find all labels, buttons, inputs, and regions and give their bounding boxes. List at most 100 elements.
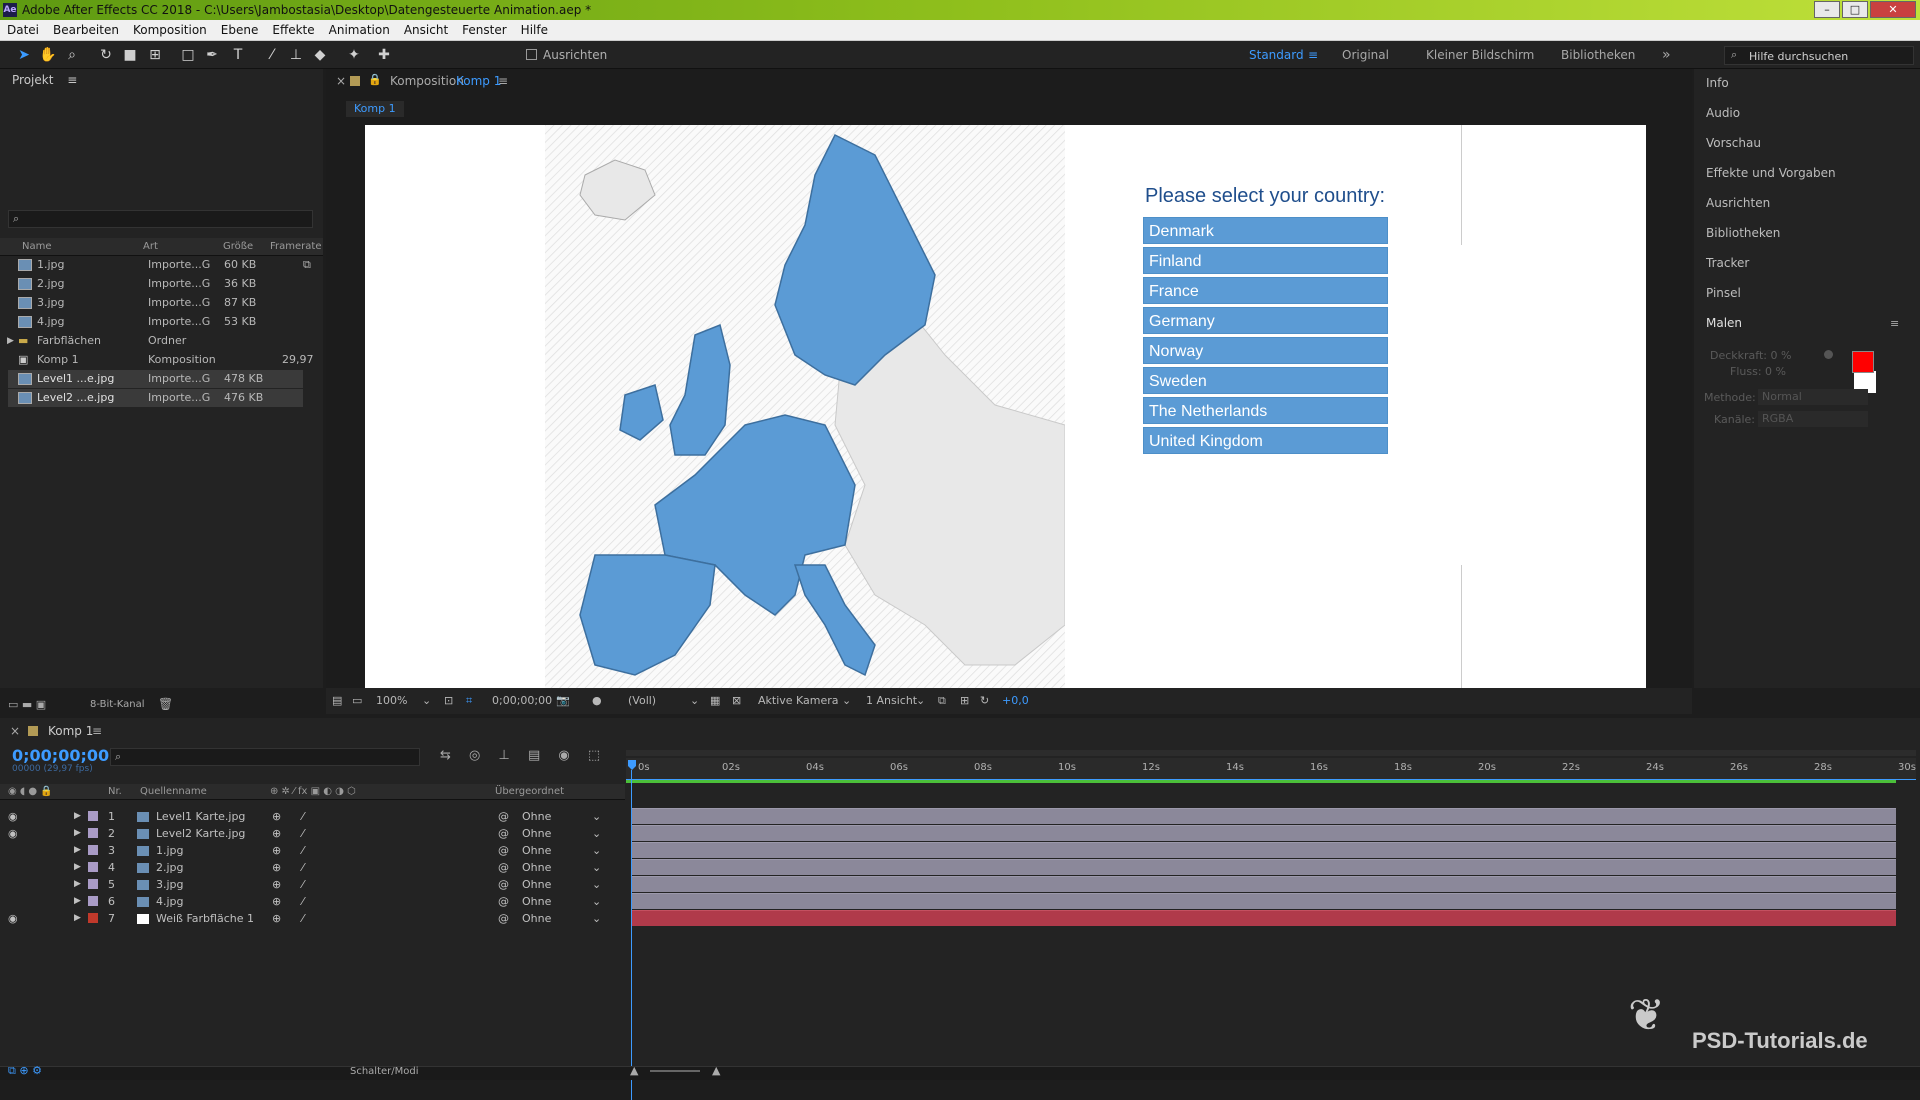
3d-view-icon[interactable]: ⧉	[938, 688, 946, 714]
country-option-germany[interactable]: Germany	[1143, 307, 1388, 334]
label-color-icon[interactable]	[88, 862, 98, 872]
panel-effects-presets[interactable]: Effekte und Vorgaben	[1706, 163, 1906, 183]
fit-icon[interactable]: ⊡	[444, 688, 453, 714]
zoom-tool-icon[interactable]: ⌕	[62, 46, 82, 64]
always-preview-icon[interactable]: ▤	[332, 688, 342, 714]
new-folder-icon[interactable]: ▭ ▬ ▣	[8, 698, 46, 711]
layer-duration-bar[interactable]	[632, 910, 1896, 926]
layer-name[interactable]: 3.jpg	[156, 876, 184, 893]
camera-select[interactable]: Aktive Kamera	[758, 688, 839, 714]
flowchart-icon[interactable]: ⧉	[303, 256, 311, 274]
panel-libraries[interactable]: Bibliotheken	[1706, 223, 1906, 243]
country-option-finland[interactable]: Finland	[1143, 247, 1388, 274]
shy-switch-icon[interactable]: ⊕	[272, 825, 281, 842]
label-color-icon[interactable]	[88, 896, 98, 906]
chevron-down-icon[interactable]: ⌄	[916, 688, 925, 714]
expand-arrow-icon[interactable]: ▶	[74, 842, 81, 859]
clone-stamp-tool-icon[interactable]: ⊥	[286, 46, 306, 64]
country-option-netherlands[interactable]: The Netherlands	[1143, 397, 1388, 424]
panel-menu-icon[interactable]: ≡	[498, 74, 508, 88]
viewer-tab-label[interactable]: Komposition	[390, 74, 464, 88]
expand-arrow-icon[interactable]: ▶	[74, 825, 81, 842]
chevron-down-icon[interactable]: ⌄	[592, 876, 601, 893]
workspace-original[interactable]: Original	[1342, 41, 1389, 69]
shy-switch-icon[interactable]: ⊕	[272, 876, 281, 893]
chevron-down-icon[interactable]: ⌄	[422, 688, 431, 714]
rotate-tool-icon[interactable]: ↻	[96, 46, 116, 64]
help-search-field[interactable]: ⌕ Hilfe durchsuchen	[1724, 46, 1914, 65]
composition-canvas[interactable]: Please select your country: Denmark Finl…	[365, 125, 1646, 692]
menu-ansicht[interactable]: Ansicht	[397, 20, 455, 41]
layer-row[interactable]: ◉ ▶ 2 Level2 Karte.jpg ⊕ ⁄ @ Ohne ⌄	[0, 825, 625, 842]
selection-tool-icon[interactable]: ➤	[14, 46, 34, 64]
panel-tracker[interactable]: Tracker	[1706, 253, 1906, 273]
layer-row[interactable]: ▶ 3 1.jpg ⊕ ⁄ @ Ohne ⌄	[0, 842, 625, 859]
more-workspaces-icon[interactable]: »	[1662, 41, 1671, 69]
paint-opacity[interactable]: Deckkraft: 0 %	[1710, 349, 1791, 362]
project-item[interactable]: Level2 ...e.jpg Importe...G 476 KB	[8, 389, 303, 407]
workspace-libraries[interactable]: Bibliotheken	[1561, 41, 1635, 69]
toggle-pixel-icon[interactable]: ⊞	[960, 688, 969, 714]
zoom-out-icon[interactable]: ▲	[630, 1064, 638, 1077]
paint-flow[interactable]: Fluss: 0 %	[1730, 365, 1786, 378]
eye-icon[interactable]: ◉	[8, 825, 18, 842]
menu-fenster[interactable]: Fenster	[455, 20, 514, 41]
quality-switch-icon[interactable]: ⁄	[302, 876, 304, 893]
reset-exposure-icon[interactable]: ↻	[980, 688, 989, 714]
comp-flowchart-icon[interactable]: ⧉ ⊕ ⚙	[8, 1064, 42, 1078]
panel-menu-icon[interactable]: ≡	[67, 73, 77, 87]
timeline-tab-label[interactable]: Komp 1	[48, 724, 93, 738]
chevron-down-icon[interactable]: ⌄	[592, 825, 601, 842]
parent-select[interactable]: Ohne	[522, 808, 551, 825]
chevron-down-icon[interactable]: ⌄	[592, 893, 601, 910]
menu-datei[interactable]: Datei	[0, 20, 46, 41]
monitor-icon[interactable]: ▭	[352, 688, 362, 714]
quality-switch-icon[interactable]: ⁄	[302, 825, 304, 842]
exposure-value[interactable]: +0,0	[1002, 688, 1029, 714]
close-tab-icon[interactable]: ×	[336, 74, 346, 88]
chevron-down-icon[interactable]: ⌄	[842, 688, 851, 714]
parent-select[interactable]: Ohne	[522, 825, 551, 842]
roto-brush-tool-icon[interactable]: ✦	[344, 46, 364, 64]
menu-bearbeiten[interactable]: Bearbeiten	[46, 20, 126, 41]
playhead[interactable]	[628, 754, 636, 1100]
viewer-timecode[interactable]: 0;00;00;00	[492, 688, 552, 714]
quality-switch-icon[interactable]: ⁄	[302, 842, 304, 859]
expand-arrow-icon[interactable]: ▶	[74, 808, 81, 825]
camera-tool-icon[interactable]: ■	[120, 46, 140, 64]
menu-komposition[interactable]: Komposition	[126, 20, 214, 41]
comp-subtab[interactable]: Komp 1	[346, 101, 404, 117]
pan-behind-tool-icon[interactable]: ⊞	[145, 46, 165, 64]
column-source-name[interactable]: Quellenname	[140, 786, 207, 797]
brush-tip-icon[interactable]	[1824, 350, 1833, 359]
panel-align[interactable]: Ausrichten	[1706, 193, 1906, 213]
brush-tool-icon[interactable]: ⁄	[262, 46, 282, 64]
panel-preview[interactable]: Vorschau	[1706, 133, 1906, 153]
puppet-tool-icon[interactable]: ✚	[374, 46, 394, 64]
timeline-timecode[interactable]: 0;00;00;00	[12, 746, 109, 765]
pick-whip-icon[interactable]: @	[498, 859, 509, 876]
column-size[interactable]: Größe	[223, 241, 253, 252]
region-of-interest-icon[interactable]: ⌗	[466, 688, 472, 714]
pick-whip-icon[interactable]: @	[498, 808, 509, 825]
label-color-icon[interactable]	[88, 913, 98, 923]
country-option-sweden[interactable]: Sweden	[1143, 367, 1388, 394]
resolution-select[interactable]: (Voll)	[628, 688, 656, 714]
pick-whip-icon[interactable]: @	[498, 893, 509, 910]
layer-duration-bar[interactable]	[632, 876, 1896, 892]
panel-info[interactable]: Info	[1706, 73, 1906, 93]
close-button[interactable]: ✕	[1870, 1, 1916, 18]
close-tab-icon[interactable]: ×	[10, 724, 20, 738]
parent-select[interactable]: Ohne	[522, 842, 551, 859]
view-layout-select[interactable]: 1 Ansicht	[866, 688, 917, 714]
panel-audio[interactable]: Audio	[1706, 103, 1906, 123]
project-item[interactable]: 2.jpg Importe...G 36 KB	[8, 275, 303, 293]
country-option-norway[interactable]: Norway	[1143, 337, 1388, 364]
layer-duration-bar[interactable]	[632, 842, 1896, 858]
rectangle-tool-icon[interactable]: □	[178, 46, 198, 64]
parent-select[interactable]: Ohne	[522, 859, 551, 876]
project-item[interactable]: 4.jpg Importe...G 53 KB	[8, 313, 303, 331]
layer-duration-bar[interactable]	[632, 859, 1896, 875]
playhead-marker[interactable]	[628, 760, 636, 770]
eraser-tool-icon[interactable]: ◆	[310, 46, 330, 64]
